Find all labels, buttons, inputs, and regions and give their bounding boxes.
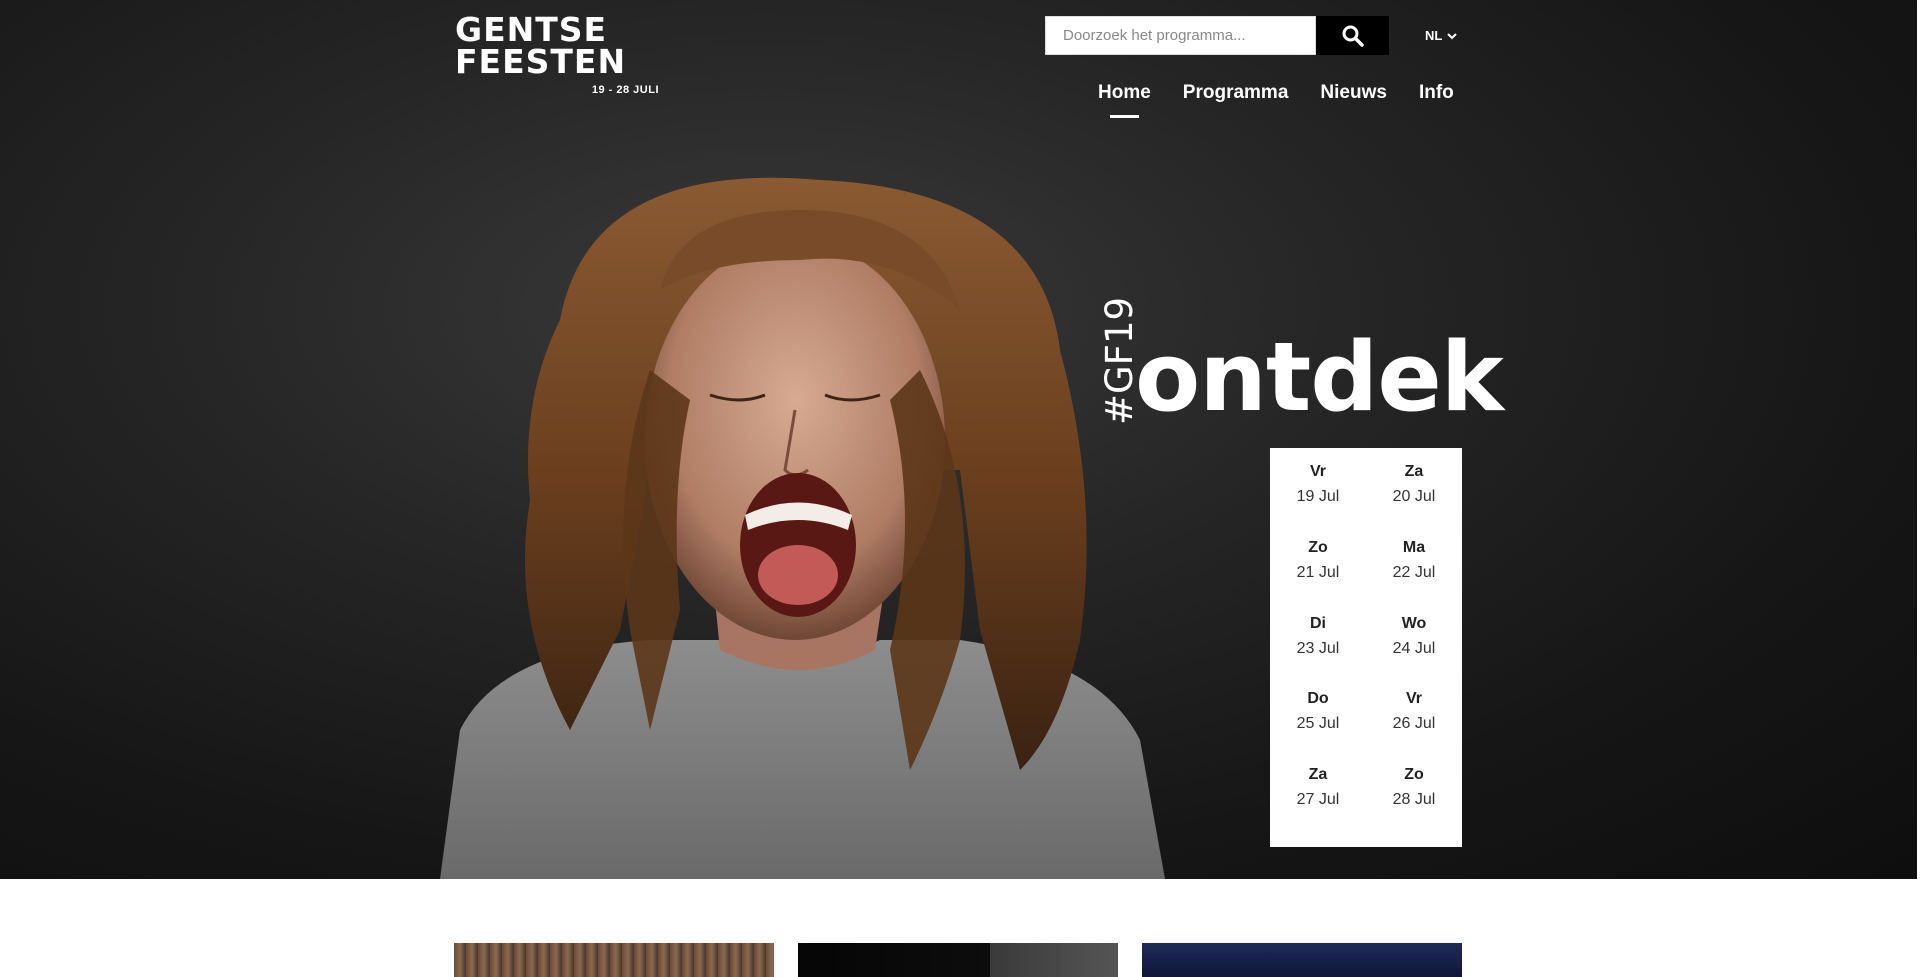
nav-item-info[interactable]: Info — [1419, 82, 1454, 118]
date-value: 24 Jul — [1392, 639, 1436, 657]
date-value: 21 Jul — [1296, 563, 1340, 581]
date-day: Vr — [1405, 690, 1422, 708]
search-bar — [1045, 16, 1389, 55]
logo-line-2: FEESTEN — [455, 42, 627, 81]
nav-item-home[interactable]: Home — [1098, 82, 1151, 118]
logo-dates: 19 - 28 JULI — [591, 84, 659, 96]
language-label: NL — [1425, 28, 1443, 43]
date-value: 22 Jul — [1392, 563, 1436, 581]
date-link-wo-24[interactable]: Wo 24 Jul — [1366, 614, 1462, 690]
date-value: 19 Jul — [1296, 488, 1340, 505]
date-day: Zo — [1404, 766, 1424, 784]
date-link-vr-19[interactable]: Vr 19 Jul — [1270, 462, 1366, 538]
hero-section: GENTSE FEESTEN 19 - 28 JULI NL Home Prog… — [0, 0, 1917, 879]
content-card-1[interactable] — [454, 943, 774, 977]
date-day: Za — [1308, 766, 1328, 784]
date-link-vr-26[interactable]: Vr 26 Jul — [1366, 689, 1462, 765]
chevron-down-icon — [1447, 32, 1458, 39]
gentse-feesten-logo[interactable]: GENTSE FEESTEN 19 - 28 JULI — [455, 13, 665, 104]
date-value: 27 Jul — [1296, 791, 1340, 809]
content-card-2[interactable] — [798, 943, 1118, 977]
date-day: Zo — [1308, 538, 1328, 556]
date-day: Di — [1310, 614, 1326, 632]
date-link-di-23[interactable]: Di 23 Jul — [1270, 614, 1366, 690]
date-link-zo-21[interactable]: Zo 21 Jul — [1270, 538, 1366, 614]
search-icon — [1342, 25, 1364, 47]
date-link-ma-22[interactable]: Ma 22 Jul — [1366, 538, 1462, 614]
date-link-do-25[interactable]: Do 25 Jul — [1270, 689, 1366, 765]
festival-dates-grid: Vr 19 Jul Za 20 Jul Zo 21 Jul Ma 22 Jul … — [1270, 448, 1462, 847]
search-input[interactable] — [1045, 16, 1316, 55]
search-button[interactable] — [1316, 16, 1389, 55]
date-day: Vr — [1309, 463, 1326, 480]
page-scrollbar[interactable] — [1916, 234, 1917, 879]
hero-portrait-image — [440, 177, 1165, 879]
content-card-3[interactable] — [1142, 943, 1462, 977]
date-link-za-20[interactable]: Za 20 Jul — [1366, 462, 1462, 538]
hero-headline: ontdek — [1135, 323, 1504, 433]
date-value: 23 Jul — [1296, 639, 1340, 657]
date-value: 28 Jul — [1392, 791, 1436, 809]
nav-item-programma[interactable]: Programma — [1183, 82, 1289, 118]
date-day: Ma — [1402, 538, 1426, 556]
date-link-za-27[interactable]: Za 27 Jul — [1270, 765, 1366, 841]
date-day: Wo — [1401, 614, 1427, 632]
date-value: 26 Jul — [1392, 715, 1436, 733]
date-value: 20 Jul — [1392, 488, 1436, 505]
date-value: 25 Jul — [1296, 715, 1340, 733]
date-link-zo-28[interactable]: Zo 28 Jul — [1366, 765, 1462, 841]
date-day: Za — [1404, 463, 1424, 480]
nav-item-nieuws[interactable]: Nieuws — [1320, 82, 1387, 118]
date-day: Do — [1307, 690, 1329, 708]
language-selector[interactable]: NL — [1425, 28, 1458, 43]
main-navigation: Home Programma Nieuws Info — [1098, 82, 1454, 118]
